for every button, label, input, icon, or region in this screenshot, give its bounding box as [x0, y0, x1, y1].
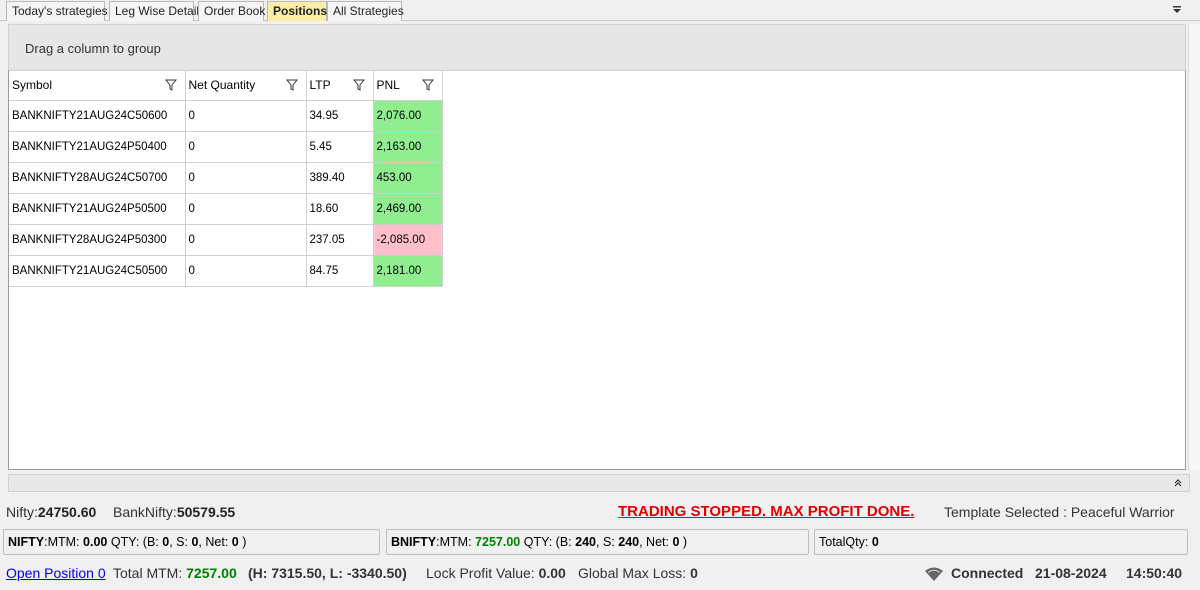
total-mtm: Total MTM: 7257.00: [113, 565, 237, 581]
cell-ltp[interactable]: 84.75: [306, 255, 374, 287]
bnifty-mtm-panel: BNIFTY:MTM: 7257.00 QTY: (B: 240, S: 240…: [386, 529, 809, 555]
table-row[interactable]: BANKNIFTY21AUG24P50500 0 18.60 2,469.00: [9, 193, 443, 225]
global-max-loss: Global Max Loss: 0: [578, 565, 698, 581]
tab-all-strategies[interactable]: All Strategies: [327, 1, 404, 21]
table-row[interactable]: BANKNIFTY28AUG24P50300 0 237.05 -2,085.0…: [9, 224, 443, 256]
cell-net-quantity[interactable]: 0: [185, 100, 307, 132]
column-header-pnl[interactable]: PNL: [373, 71, 443, 101]
column-header-ltp[interactable]: LTP: [306, 71, 374, 101]
total-qty-panel: TotalQty: 0: [814, 529, 1188, 555]
table-row[interactable]: BANKNIFTY28AUG24C50700 0 389.40 453.00: [9, 162, 443, 194]
tab-positions[interactable]: Positions: [267, 1, 327, 21]
cell-symbol[interactable]: BANKNIFTY21AUG24C50600: [9, 100, 186, 132]
wifi-icon: [925, 567, 943, 581]
filter-icon[interactable]: [164, 79, 177, 91]
cell-net-quantity[interactable]: 0: [185, 255, 307, 287]
cell-net-quantity[interactable]: 0: [185, 224, 307, 256]
cell-symbol[interactable]: BANKNIFTY21AUG24P50400: [9, 131, 186, 163]
cell-net-quantity[interactable]: 0: [185, 193, 307, 225]
nifty-mtm-panel: NIFTY:MTM: 0.00 QTY: (B: 0, S: 0, Net: 0…: [3, 529, 380, 555]
status-bar: Open Position 0 Total MTM: 7257.00 (H: 7…: [0, 562, 1200, 586]
tab-todays-strategies[interactable]: Today's strategies: [6, 1, 108, 21]
tab-dropdown-icon[interactable]: [1170, 3, 1184, 17]
group-hint: Drag a column to group: [25, 41, 161, 56]
positions-table: Symbol Net Quantity LTP PNL BANKNIFTY21A…: [9, 71, 443, 287]
column-header-symbol[interactable]: Symbol: [9, 71, 186, 101]
lock-profit: Lock Profit Value: 0.00: [426, 565, 566, 581]
cell-symbol[interactable]: BANKNIFTY21AUG24C50500: [9, 255, 186, 287]
status-date: 21-08-2024: [1035, 565, 1107, 581]
cell-symbol[interactable]: BANKNIFTY28AUG24C50700: [9, 162, 186, 194]
cell-net-quantity[interactable]: 0: [185, 162, 307, 194]
market-ticker: Nifty:24750.60 BankNifty:50579.55 TRADIN…: [0, 500, 1200, 524]
trading-stopped-warning[interactable]: TRADING STOPPED. MAX PROFIT DONE.: [618, 503, 914, 520]
column-header-net-quantity[interactable]: Net Quantity: [185, 71, 307, 101]
cell-net-quantity[interactable]: 0: [185, 131, 307, 163]
group-by-panel[interactable]: Drag a column to group: [8, 24, 1186, 70]
cell-symbol[interactable]: BANKNIFTY28AUG24P50300: [9, 224, 186, 256]
open-position-link[interactable]: Open Position 0: [6, 565, 106, 581]
tab-order-book[interactable]: Order Book: [198, 1, 265, 21]
cell-ltp[interactable]: 34.95: [306, 100, 374, 132]
cell-ltp[interactable]: 237.05: [306, 224, 374, 256]
vertical-scrollbar[interactable]: [1188, 24, 1200, 470]
filter-icon[interactable]: [285, 79, 298, 91]
double-chevron-up-icon[interactable]: [1173, 478, 1183, 488]
filter-icon[interactable]: [352, 79, 365, 91]
cell-pnl[interactable]: 2,181.00: [373, 255, 443, 287]
template-selected: Template Selected : Peaceful Warrior: [944, 504, 1175, 520]
cell-pnl[interactable]: 2,469.00: [373, 193, 443, 225]
cell-pnl[interactable]: 2,163.00: [373, 131, 443, 163]
high-low-values: (H: 7315.50, L: -3340.50): [248, 565, 407, 581]
table-row[interactable]: BANKNIFTY21AUG24C50600 0 34.95 2,076.00: [9, 100, 443, 132]
header-row: Symbol Net Quantity LTP PNL: [9, 71, 443, 101]
cell-pnl[interactable]: -2,085.00: [373, 224, 443, 256]
cell-ltp[interactable]: 18.60: [306, 193, 374, 225]
tab-bar: Today's strategies Leg Wise Detail Order…: [0, 0, 1200, 21]
panel-collapse-bar[interactable]: [8, 474, 1190, 492]
table-row[interactable]: BANKNIFTY21AUG24C50500 0 84.75 2,181.00: [9, 255, 443, 287]
filter-icon[interactable]: [421, 79, 434, 91]
banknifty-ticker: BankNifty:50579.55: [113, 504, 236, 520]
nifty-ticker: Nifty:24750.60: [6, 504, 97, 520]
status-time: 14:50:40: [1126, 565, 1183, 581]
cell-symbol[interactable]: BANKNIFTY21AUG24P50500: [9, 193, 186, 225]
cell-pnl[interactable]: 453.00: [373, 162, 443, 194]
connection-status: Connected: [951, 565, 1024, 581]
positions-grid: Symbol Net Quantity LTP PNL BANKNIFTY21A…: [8, 70, 1186, 470]
cell-pnl[interactable]: 2,076.00: [373, 100, 443, 132]
table-row[interactable]: BANKNIFTY21AUG24P50400 0 5.45 2,163.00: [9, 131, 443, 163]
cell-ltp[interactable]: 5.45: [306, 131, 374, 163]
cell-ltp[interactable]: 389.40: [306, 162, 374, 194]
tab-leg-wise-detail[interactable]: Leg Wise Detail: [109, 1, 199, 21]
